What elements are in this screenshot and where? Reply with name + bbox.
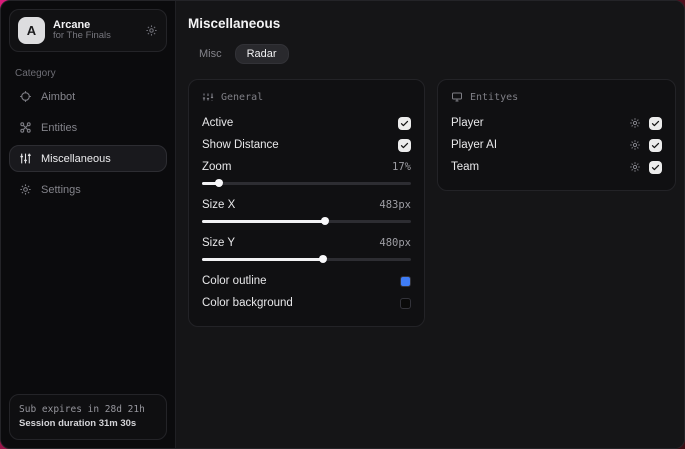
sidebar-item-label: Aimbot: [41, 90, 76, 103]
avatar: A: [18, 17, 45, 44]
zoom-slider[interactable]: [202, 179, 411, 187]
tab-misc[interactable]: Misc: [188, 44, 233, 64]
entity-row-player: Player: [451, 112, 662, 134]
general-panel-header: General: [202, 91, 411, 103]
gear-icon: [19, 183, 32, 196]
sidebar: A Arcane for The Finals Category Aimbot …: [1, 1, 176, 448]
player-checkbox[interactable]: [649, 116, 662, 130]
sliders-icon: [19, 152, 32, 165]
slider-row-size-y: Size Y 480px: [202, 237, 411, 249]
toggle-row-active: Active: [202, 112, 411, 134]
sub-expiry-text: Sub expires in 28d 21h: [19, 403, 145, 415]
equalizer-icon: [202, 91, 214, 103]
color-background-swatch[interactable]: [400, 297, 411, 309]
entities-panel: Entityes Player Player AI Team: [437, 79, 676, 191]
show-distance-checkbox[interactable]: [398, 138, 411, 152]
team-checkbox[interactable]: [649, 160, 662, 174]
panels-row: General Active Show Distance Zoom 17% Si…: [188, 79, 676, 327]
color-outline-swatch[interactable]: [400, 275, 411, 287]
sidebar-item-label: Miscellaneous: [41, 152, 111, 165]
size-x-slider-thumb[interactable]: [321, 217, 330, 225]
sidebar-nav: Aimbot Entities Miscellaneous Settings: [9, 83, 167, 203]
team-gear-icon[interactable]: [629, 161, 641, 173]
crosshair-icon: [19, 90, 32, 103]
profile-meta: Arcane for The Finals: [53, 19, 137, 43]
profile-subtitle: for The Finals: [53, 30, 111, 42]
entity-row-player-ai: Player AI: [451, 134, 662, 156]
player-gear-icon[interactable]: [629, 117, 641, 129]
entities-icon: [19, 121, 32, 134]
active-checkbox[interactable]: [398, 116, 411, 130]
sidebar-item-label: Settings: [41, 183, 81, 196]
slider-row-size-x: Size X 483px: [202, 199, 411, 211]
monitor-icon: [451, 91, 463, 103]
general-panel: General Active Show Distance Zoom 17% Si…: [188, 79, 425, 327]
entities-panel-header: Entityes: [451, 91, 662, 103]
subscription-status-card: Sub expires in 28d 21h Session duration …: [9, 393, 167, 440]
color-row-outline: Color outline: [202, 270, 411, 292]
zoom-slider-thumb[interactable]: [214, 179, 223, 187]
app-window: A Arcane for The Finals Category Aimbot …: [0, 0, 685, 449]
player-ai-gear-icon[interactable]: [629, 139, 641, 151]
size-y-slider[interactable]: [202, 255, 411, 263]
entity-row-team: Team: [451, 156, 662, 178]
color-row-background: Color background: [202, 292, 411, 314]
size-y-value: 480px: [379, 237, 411, 249]
sidebar-item-settings[interactable]: Settings: [9, 176, 167, 203]
tab-radar[interactable]: Radar: [234, 44, 289, 64]
sidebar-item-label: Entities: [41, 121, 78, 134]
tab-bar: Misc Radar: [188, 44, 676, 64]
sidebar-item-miscellaneous[interactable]: Miscellaneous: [9, 145, 167, 172]
toggle-row-show-distance: Show Distance: [202, 134, 411, 156]
general-panel-title: General: [221, 91, 264, 103]
profile-card: A Arcane for The Finals: [9, 9, 167, 52]
zoom-value: 17%: [392, 161, 411, 173]
profile-gear-icon[interactable]: [145, 24, 158, 37]
sidebar-item-aimbot[interactable]: Aimbot: [9, 83, 167, 110]
slider-row-zoom: Zoom 17%: [202, 161, 411, 173]
category-label: Category: [15, 68, 56, 79]
entities-panel-title: Entityes: [470, 91, 519, 103]
sidebar-item-entities[interactable]: Entities: [9, 114, 167, 141]
session-duration-text: Session duration 31m 30s: [19, 417, 137, 429]
player-ai-checkbox[interactable]: [649, 138, 662, 152]
page-title: Miscellaneous: [188, 16, 281, 31]
size-y-slider-thumb[interactable]: [319, 255, 328, 263]
main-content: Miscellaneous Misc Radar General Active …: [176, 1, 684, 448]
size-x-value: 483px: [379, 199, 411, 211]
size-x-slider[interactable]: [202, 217, 411, 225]
